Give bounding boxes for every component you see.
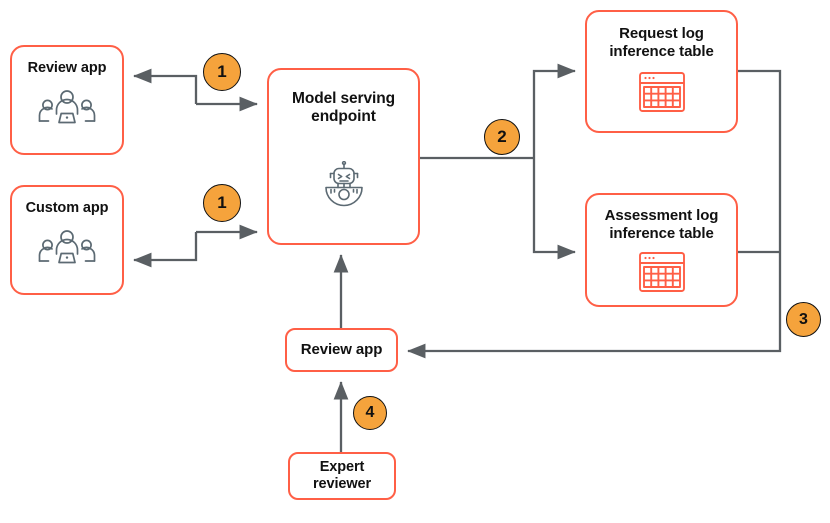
wire-split-to-assessment-log — [532, 158, 576, 260]
table-window-icon — [638, 251, 686, 293]
node-model-serving-endpoint[interactable]: Model serving endpoint — [267, 68, 420, 245]
table-window-icon — [638, 71, 686, 113]
node-expert-reviewer-label: Expert reviewer — [313, 459, 371, 493]
node-review-app-bottom[interactable]: Review app — [285, 328, 398, 372]
node-assessment-log-label-line2: inference table — [609, 224, 714, 242]
node-request-log-label-line2: inference table — [609, 42, 714, 60]
node-request-log-label: Request log inference table — [609, 25, 713, 60]
step-badge-3: 3 — [786, 302, 821, 337]
node-expert-reviewer-label-line2: reviewer — [312, 476, 372, 492]
people-laptop-icon — [38, 229, 96, 269]
node-custom-app-label: Custom app — [25, 200, 109, 216]
step-badge-2: 2 — [484, 119, 520, 155]
node-request-log-inference-table[interactable]: Request log inference table — [585, 10, 738, 133]
node-assessment-log-label: Assessment log inference table — [605, 207, 719, 242]
node-custom-app[interactable]: Custom app — [10, 185, 124, 295]
node-review-app-top[interactable]: Review app — [10, 45, 124, 155]
wire-split-to-request-log — [532, 63, 576, 158]
node-review-app-top-label: Review app — [27, 60, 107, 76]
node-assessment-log-label-line1: Assessment log — [604, 207, 719, 224]
step-badge-1-review-app: 1 — [203, 53, 241, 91]
node-review-app-bottom-label: Review app — [300, 341, 383, 359]
wire-endpoint-to-review-app-path — [133, 68, 198, 104]
step-badge-1-custom-app: 1 — [203, 184, 241, 222]
node-expert-reviewer-label-line1: Expert — [319, 458, 365, 475]
node-request-log-label-line1: Request log — [619, 25, 704, 42]
step-badge-4: 4 — [353, 396, 387, 430]
node-assessment-log-inference-table[interactable]: Assessment log inference table — [585, 193, 738, 307]
node-endpoint-label-line2: endpoint — [311, 108, 376, 126]
robot-icon — [321, 160, 367, 211]
people-laptop-icon — [38, 89, 96, 129]
wire-endpoint-to-custom-app — [133, 232, 198, 268]
node-expert-reviewer[interactable]: Expert reviewer — [288, 452, 396, 500]
node-endpoint-label: Model serving endpoint — [292, 90, 395, 127]
node-endpoint-label-line1: Model serving — [292, 90, 395, 107]
diagram-canvas: Review app Custom app Model serving endp… — [0, 0, 830, 523]
